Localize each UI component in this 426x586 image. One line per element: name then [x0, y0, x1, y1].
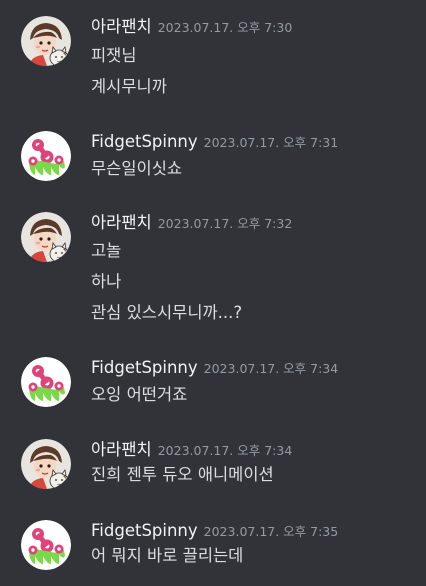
message-header: 아라팬치 2023.07.17. 오후 7:30: [91, 16, 292, 39]
timestamp[interactable]: 2023.07.17. 오후 7:31: [204, 135, 339, 150]
message-text: 오잉 어떤거죠: [91, 385, 188, 404]
message-text: 피잿님: [91, 46, 137, 65]
fidget-spinner-icon: [21, 520, 71, 570]
avatar[interactable]: [21, 212, 71, 262]
message-header: FidgetSpinny 2023.07.17. 오후 7:35: [91, 520, 338, 543]
username[interactable]: 아라팬치: [91, 440, 152, 459]
timestamp[interactable]: 2023.07.17. 오후 7:32: [158, 216, 293, 231]
fidget-spinner-icon: [21, 131, 71, 181]
avatar[interactable]: [21, 16, 71, 66]
message-header: 아라팬치 2023.07.17. 오후 7:32: [91, 212, 292, 235]
message-text: 무슨일이싯쇼: [91, 159, 183, 178]
timestamp[interactable]: 2023.07.17. 오후 7:30: [158, 20, 293, 35]
cartoon-avatar-icon: [21, 212, 71, 262]
fidget-spinner-icon: [21, 357, 71, 407]
timestamp[interactable]: 2023.07.17. 오후 7:34: [158, 443, 293, 458]
timestamp[interactable]: 2023.07.17. 오후 7:34: [204, 361, 339, 376]
avatar[interactable]: [21, 131, 71, 181]
message-text: 관심 있스시무니까...?: [91, 303, 243, 322]
message-text: 하나: [91, 272, 122, 291]
cartoon-avatar-icon: [21, 16, 71, 66]
username[interactable]: FidgetSpinny: [91, 521, 198, 540]
avatar[interactable]: [21, 520, 71, 570]
username[interactable]: FidgetSpinny: [91, 358, 198, 377]
message-text: 계시무니까: [91, 77, 167, 96]
avatar[interactable]: [21, 357, 71, 407]
username[interactable]: FidgetSpinny: [91, 132, 198, 151]
message-text: 고놀: [91, 241, 122, 260]
cartoon-avatar-icon: [21, 439, 71, 489]
timestamp[interactable]: 2023.07.17. 오후 7:35: [204, 524, 339, 539]
message-text: 진희 젠투 듀오 애니메이션: [91, 465, 274, 484]
avatar[interactable]: [21, 439, 71, 489]
message-header: FidgetSpinny 2023.07.17. 오후 7:31: [91, 131, 338, 154]
username[interactable]: 아라팬치: [91, 17, 152, 36]
message-header: 아라팬치 2023.07.17. 오후 7:34: [91, 439, 292, 462]
message-text: 어 뭐지 바로 끌리는데: [91, 546, 244, 565]
message-header: FidgetSpinny 2023.07.17. 오후 7:34: [91, 357, 338, 380]
username[interactable]: 아라팬치: [91, 213, 152, 232]
